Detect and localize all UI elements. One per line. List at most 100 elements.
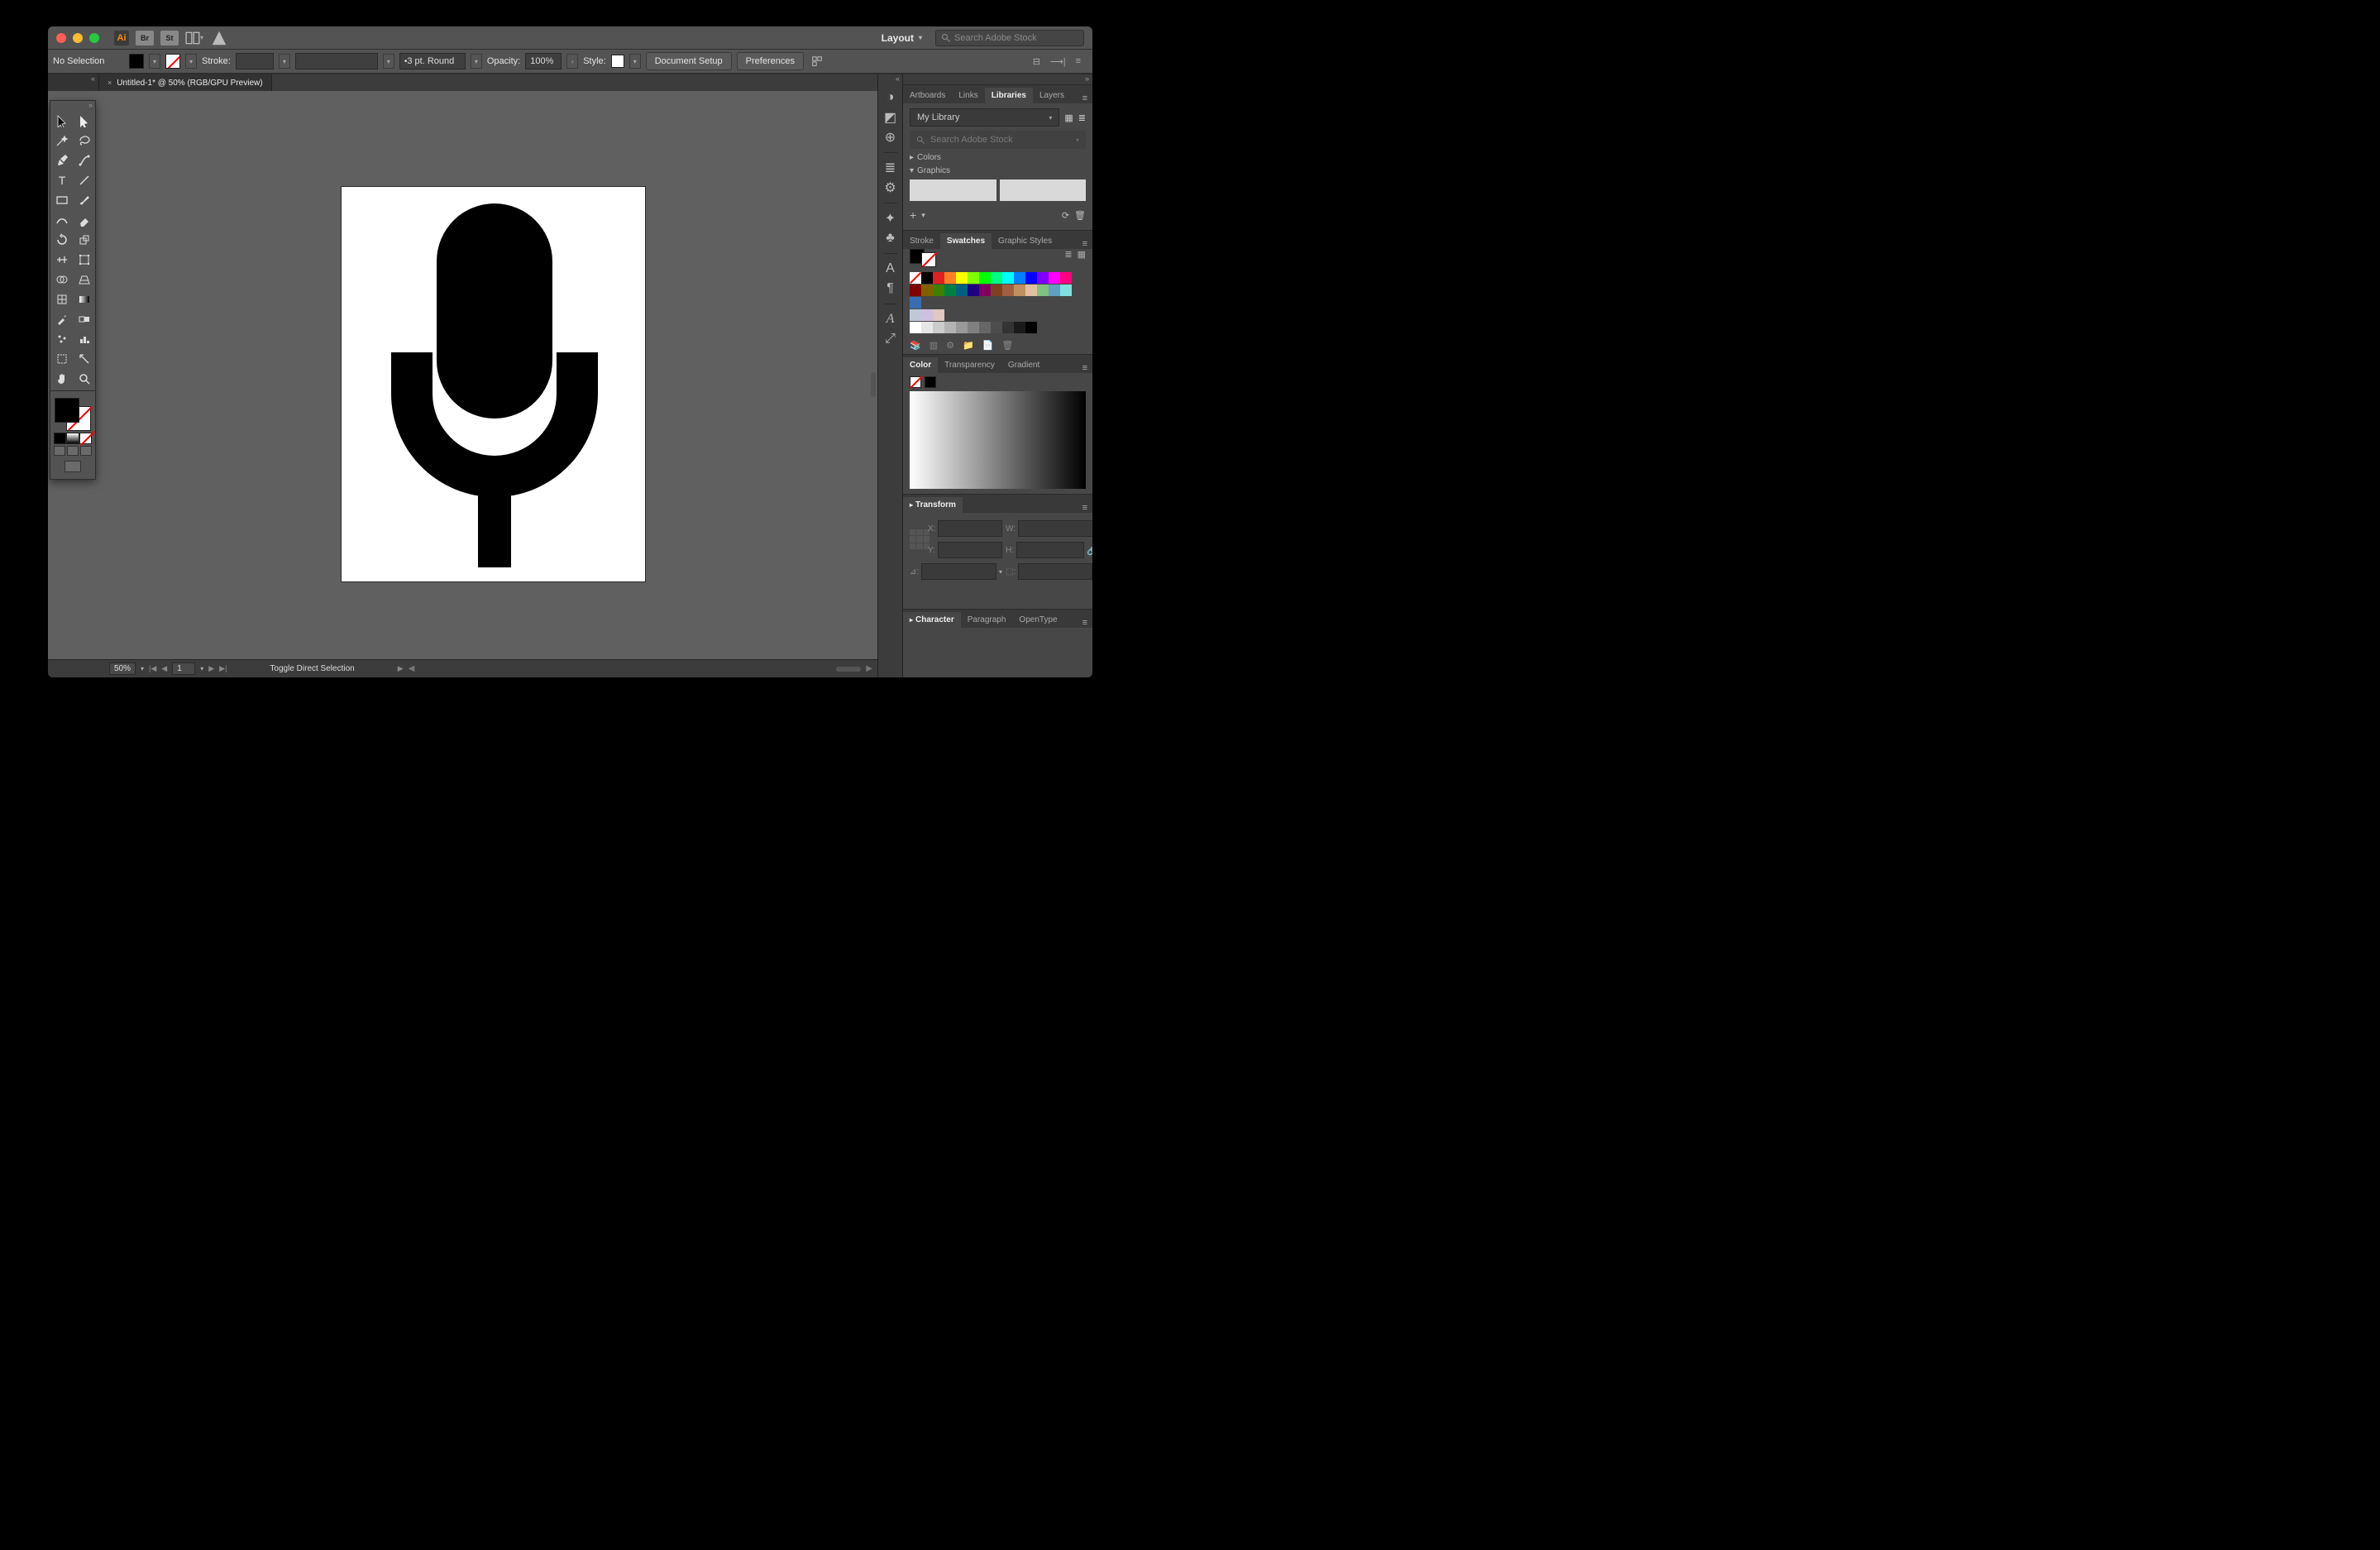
- w-field[interactable]: [1018, 520, 1092, 537]
- tools-expand[interactable]: »: [50, 101, 95, 111]
- x-field[interactable]: [938, 520, 1002, 537]
- curvature-tool[interactable]: [73, 151, 95, 170]
- gpu-preview-icon[interactable]: [210, 31, 228, 45]
- last-artboard-button[interactable]: ▶|: [219, 664, 227, 673]
- close-window[interactable]: [56, 33, 66, 43]
- line-tool[interactable]: [73, 170, 95, 190]
- fill-stroke-widget[interactable]: [55, 398, 91, 431]
- swatch-kind-menu-icon[interactable]: ▥: [930, 340, 938, 351]
- swatch[interactable]: [1049, 272, 1060, 284]
- appearance-panel-icon[interactable]: ✦: [882, 210, 899, 227]
- swatch[interactable]: [944, 285, 956, 296]
- tab-transform[interactable]: ▸Transform: [903, 497, 963, 513]
- swatch[interactable]: [1002, 272, 1014, 284]
- tab-artboards[interactable]: Artboards: [903, 88, 952, 103]
- bridge-button[interactable]: Br: [136, 31, 154, 45]
- swatch[interactable]: [1014, 285, 1025, 296]
- swatch[interactable]: [968, 285, 979, 296]
- shear-field[interactable]: [1018, 563, 1092, 580]
- fill-swatch-menu[interactable]: ▾: [149, 54, 160, 69]
- canvas[interactable]: [48, 91, 877, 659]
- asset-export-icon[interactable]: ⊕: [882, 129, 899, 146]
- color-mode-none[interactable]: [79, 433, 92, 444]
- minimize-window[interactable]: [73, 33, 83, 43]
- color-spectrum-ramp[interactable]: [910, 391, 1086, 489]
- swatch-list-view-icon[interactable]: ≣: [1064, 249, 1072, 267]
- swatch[interactable]: [944, 322, 956, 333]
- tab-paragraph[interactable]: Paragraph: [961, 612, 1013, 628]
- swatch[interactable]: [1025, 322, 1037, 333]
- screen-mode-button[interactable]: [65, 461, 81, 472]
- swatch[interactable]: [921, 285, 933, 296]
- stock-search-field[interactable]: Search Adobe Stock: [935, 30, 1084, 46]
- rotate-field[interactable]: [921, 563, 996, 580]
- draw-normal[interactable]: [54, 446, 65, 456]
- stroke-swatch-menu[interactable]: ▾: [185, 54, 197, 69]
- y-field[interactable]: [938, 542, 1002, 558]
- swatch[interactable]: [956, 285, 968, 296]
- swatch[interactable]: [991, 272, 1002, 284]
- tab-libraries[interactable]: Libraries: [985, 88, 1033, 103]
- color-panel-menu[interactable]: ≡: [1078, 363, 1092, 373]
- gradient-tool[interactable]: [73, 289, 95, 309]
- variable-width-menu[interactable]: ▾: [383, 54, 394, 69]
- new-color-group-icon[interactable]: 📁: [963, 340, 974, 351]
- selection-tool[interactable]: [50, 111, 73, 131]
- align-panel-icon-strip[interactable]: ⤢: [882, 331, 899, 347]
- swatch[interactable]: [921, 309, 933, 321]
- tab-gradient[interactable]: Gradient: [1001, 357, 1046, 373]
- color-mode-solid[interactable]: [54, 433, 66, 444]
- perspective-tool[interactable]: [73, 270, 95, 289]
- swatch[interactable]: [956, 322, 968, 333]
- direct-selection-tool[interactable]: [73, 111, 95, 131]
- swatch[interactable]: [944, 272, 956, 284]
- graphics-section-header[interactable]: ▾Graphics: [910, 166, 1086, 175]
- tab-graphic-styles[interactable]: Graphic Styles: [992, 233, 1059, 249]
- first-artboard-button[interactable]: |◀: [149, 664, 156, 673]
- swatch[interactable]: [1037, 285, 1049, 296]
- swatch[interactable]: [933, 309, 944, 321]
- draw-inside[interactable]: [80, 446, 92, 456]
- artboard-menu[interactable]: ▾: [200, 665, 203, 672]
- link-wh-icon[interactable]: 🔗: [1087, 545, 1092, 556]
- grid-view-icon[interactable]: ▦: [1064, 112, 1073, 123]
- isolate-icon[interactable]: ⟶|: [1050, 56, 1066, 67]
- opacity-field[interactable]: 100%: [525, 53, 562, 69]
- swatch[interactable]: [921, 322, 933, 333]
- swatch-none[interactable]: [910, 272, 921, 284]
- swatch-fill-stroke[interactable]: ≣ ▦: [903, 249, 1092, 272]
- swatch[interactable]: [1025, 272, 1037, 284]
- mesh-tool[interactable]: [50, 289, 73, 309]
- graphic-style-menu[interactable]: ▾: [629, 54, 641, 69]
- swatch-options-icon[interactable]: ⚙: [946, 340, 954, 351]
- swatch[interactable]: [991, 285, 1002, 296]
- library-graphic-2[interactable]: [1000, 179, 1087, 201]
- tab-links[interactable]: Links: [952, 88, 984, 103]
- swatch[interactable]: [1002, 322, 1014, 333]
- css-properties-icon[interactable]: ◑: [882, 89, 899, 106]
- symbols-panel-icon[interactable]: ⚙: [882, 179, 899, 196]
- swatch[interactable]: [1025, 285, 1037, 296]
- swatch[interactable]: [1002, 285, 1014, 296]
- tab-transparency[interactable]: Transparency: [938, 357, 1001, 373]
- close-tab-icon[interactable]: ×: [108, 79, 112, 87]
- width-tool[interactable]: [50, 250, 73, 270]
- shape-builder-tool[interactable]: [50, 270, 73, 289]
- eraser-tool[interactable]: [73, 210, 95, 230]
- swatch[interactable]: [979, 322, 991, 333]
- character-panel-icon[interactable]: A: [882, 261, 899, 277]
- shaper-tool[interactable]: [50, 210, 73, 230]
- tab-color[interactable]: Color: [903, 357, 938, 373]
- color-mode-gradient[interactable]: [66, 433, 79, 444]
- tab-character[interactable]: ▸Character: [903, 612, 961, 628]
- type-tool[interactable]: T: [50, 170, 73, 190]
- zoom-window[interactable]: [89, 33, 99, 43]
- add-content-button[interactable]: +: [910, 208, 916, 222]
- eyedropper-tool[interactable]: [50, 309, 73, 329]
- zoom-tool[interactable]: [73, 369, 95, 389]
- library-selector[interactable]: My Library ▾: [910, 108, 1059, 127]
- swatch[interactable]: [933, 272, 944, 284]
- artboard-tool[interactable]: [50, 349, 73, 369]
- arrange-documents-button[interactable]: ▾: [185, 31, 203, 45]
- zoom-menu[interactable]: ▾: [141, 665, 144, 672]
